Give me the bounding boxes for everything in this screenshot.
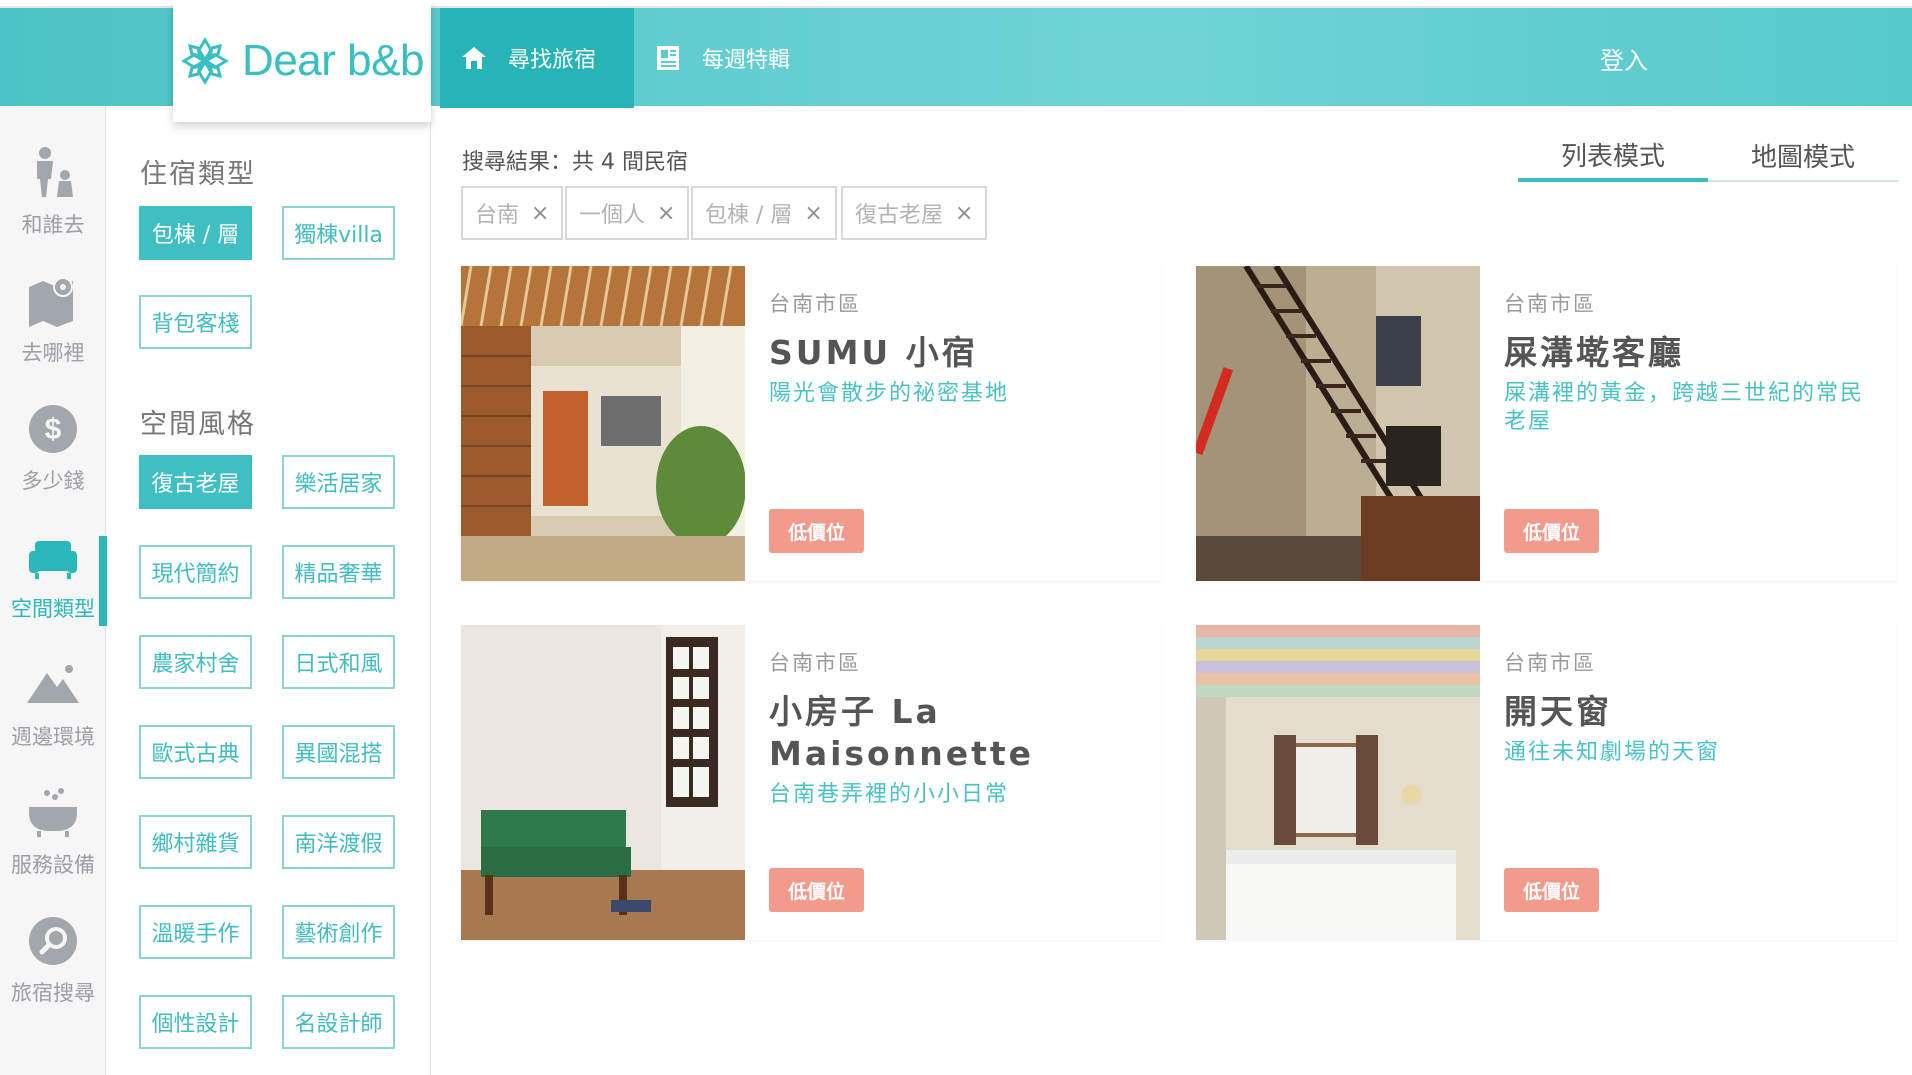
tag-label: 復古老屋 <box>855 203 944 228</box>
rail-item-label: 週邊環境 <box>11 725 95 749</box>
filter-chip[interactable]: 精品奢華 <box>282 545 395 599</box>
nav-tab-weekly-feature[interactable]: 每週特輯 <box>634 8 834 108</box>
filter-chip[interactable]: 異國混搭 <box>282 725 395 779</box>
rail-item-label: 旅宿搜尋 <box>11 981 95 1005</box>
dollar-icon: $ <box>25 401 81 457</box>
listing-name[interactable]: 屎溝墘客廳 <box>1504 332 1876 374</box>
listing-card[interactable]: 台南市區 開天窗 通往未知劇場的天窗 低價位 <box>1196 625 1896 940</box>
rail-item-space-type[interactable]: 空間類型 <box>0 512 107 640</box>
filter-chip[interactable]: 個性設計 <box>139 995 252 1049</box>
listing-region: 台南市區 <box>769 651 861 675</box>
active-filter-tag[interactable]: 一個人 × <box>565 186 690 240</box>
filter-chip[interactable]: 鄉村雜貨 <box>139 815 252 869</box>
lodging-type-heading: 住宿類型 <box>140 159 256 190</box>
listing-photo[interactable] <box>1196 625 1480 940</box>
snowflake-logo-icon <box>180 36 230 86</box>
logo-text: Dear b&b <box>242 36 424 85</box>
price-badge: 低價位 <box>769 868 864 912</box>
rail-item-label: 服務設備 <box>11 853 95 877</box>
view-mode-tabs: 列表模式 地圖模式 <box>1518 130 1898 182</box>
rail-item-facilities[interactable]: 服務設備 <box>0 768 106 896</box>
nav-tab-label: 每週特輯 <box>702 48 791 73</box>
logo[interactable]: Dear b&b <box>173 0 431 122</box>
people-icon <box>25 145 81 201</box>
nav-tab-label: 尋找旅宿 <box>508 48 597 73</box>
listing-region: 台南市區 <box>769 292 861 316</box>
listing-tagline: 通往未知劇場的天窗 <box>1504 740 1721 765</box>
listing-tagline: 台南巷弄裡的小小日常 <box>769 782 1010 807</box>
close-icon[interactable]: × <box>955 201 973 226</box>
sofa-icon <box>25 529 81 585</box>
filter-chip[interactable]: 歐式古典 <box>139 725 252 779</box>
close-icon[interactable]: × <box>531 201 549 226</box>
listing-card[interactable]: 台南市區 屎溝墘客廳 屎溝裡的黃金，跨越三世紀的常民老屋 低價位 <box>1196 266 1896 581</box>
listing-card[interactable]: 台南市區 小房子 La Maisonnette 台南巷弄裡的小小日常 低價位 <box>461 625 1161 940</box>
listing-card[interactable]: 台南市區 SUMU 小宿 陽光會散步的祕密基地 低價位 <box>461 266 1161 581</box>
nav-tab-find-lodging[interactable]: 尋找旅宿 <box>440 8 634 108</box>
rail-item-lodging-search[interactable]: 旅宿搜尋 <box>0 896 106 1024</box>
rail-item-label: 空間類型 <box>11 597 95 621</box>
listing-region: 台南市區 <box>1504 651 1596 675</box>
listing-photo[interactable] <box>461 625 745 940</box>
filter-chip[interactable]: 背包客棧 <box>139 295 252 349</box>
results-summary: 搜尋結果：共 4 間民宿 <box>462 150 688 175</box>
listing-name[interactable]: SUMU 小宿 <box>769 332 1141 374</box>
filter-chip[interactable]: 獨棟villa <box>282 206 395 260</box>
price-badge: 低價位 <box>1504 868 1599 912</box>
filter-chip[interactable]: 日式和風 <box>282 635 395 689</box>
filter-chip[interactable]: 復古老屋 <box>139 455 252 509</box>
filter-chip[interactable]: 藝術創作 <box>282 905 395 959</box>
listing-tagline: 屎溝裡的黃金，跨越三世紀的常民老屋 <box>1504 381 1865 434</box>
filter-chip[interactable]: 名設計師 <box>282 995 395 1049</box>
login-link[interactable]: 登入 <box>1600 8 1648 108</box>
close-icon[interactable]: × <box>804 201 822 226</box>
listing-photo[interactable] <box>461 266 745 581</box>
mountain-icon <box>25 657 81 713</box>
space-style-heading: 空間風格 <box>140 409 256 440</box>
filter-chip[interactable]: 樂活居家 <box>282 455 395 509</box>
home-icon <box>460 44 488 72</box>
price-badge: 低價位 <box>1504 509 1599 553</box>
rail-item-label: 多少錢 <box>21 469 85 493</box>
filter-chip[interactable]: 農家村舍 <box>139 635 252 689</box>
tag-label: 一個人 <box>579 203 646 228</box>
filter-chip[interactable]: 南洋渡假 <box>282 815 395 869</box>
svg-text:$: $ <box>45 413 62 446</box>
map-icon <box>25 273 81 329</box>
listing-photo[interactable] <box>1196 266 1480 581</box>
rail-item-location[interactable]: 去哪裡 <box>0 256 106 384</box>
listing-name[interactable]: 開天窗 <box>1504 691 1876 733</box>
listing-info: 台南市區 開天窗 通往未知劇場的天窗 <box>1504 647 1876 767</box>
listing-name[interactable]: 小房子 La Maisonnette <box>769 691 1141 775</box>
rail-item-label: 和誰去 <box>21 213 85 237</box>
filter-chip[interactable]: 溫暖手作 <box>139 905 252 959</box>
filter-chip[interactable]: 現代簡約 <box>139 545 252 599</box>
listing-tagline: 陽光會散步的祕密基地 <box>769 381 1010 406</box>
newspaper-icon <box>654 44 682 72</box>
rail-item-budget[interactable]: $ 多少錢 <box>0 384 106 512</box>
tab-list-mode[interactable]: 列表模式 <box>1518 130 1708 182</box>
price-badge: 低價位 <box>769 509 864 553</box>
bathtub-icon <box>25 785 81 841</box>
tag-label: 台南 <box>475 203 520 228</box>
listing-region: 台南市區 <box>1504 292 1596 316</box>
tab-map-mode[interactable]: 地圖模式 <box>1708 130 1898 180</box>
tag-label: 包棟 / 層 <box>705 203 793 228</box>
active-filter-tag[interactable]: 台南 × <box>461 186 564 240</box>
listing-info: 台南市區 SUMU 小宿 陽光會散步的祕密基地 <box>769 288 1141 408</box>
rail-item-surroundings[interactable]: 週邊環境 <box>0 640 106 768</box>
active-filter-tag[interactable]: 包棟 / 層 × <box>691 186 837 240</box>
listing-info: 台南市區 小房子 La Maisonnette 台南巷弄裡的小小日常 <box>769 647 1141 809</box>
active-filter-tag[interactable]: 復古老屋 × <box>841 186 988 240</box>
rail-item-companion[interactable]: 和誰去 <box>0 128 106 256</box>
category-rail: 和誰去 去哪裡 $ 多少錢 空間類型 週邊環境 服務設備 旅宿搜尋 <box>0 106 107 1075</box>
filter-chip[interactable]: 包棟 / 層 <box>139 206 252 260</box>
listing-info: 台南市區 屎溝墘客廳 屎溝裡的黃金，跨越三世紀的常民老屋 <box>1504 288 1876 436</box>
rail-item-label: 去哪裡 <box>21 341 85 365</box>
search-icon <box>25 913 81 969</box>
close-icon[interactable]: × <box>657 201 675 226</box>
filter-panel: 住宿類型 包棟 / 層 獨棟villa 背包客棧 空間風格 復古老屋 樂活居家 … <box>107 106 431 1075</box>
